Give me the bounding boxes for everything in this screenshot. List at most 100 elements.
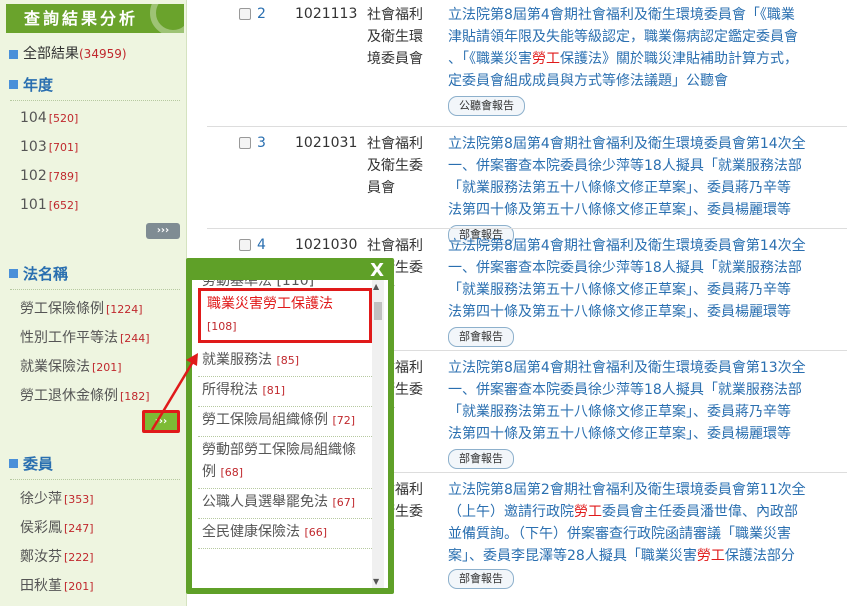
report-badge[interactable]: 部會報告	[448, 449, 514, 469]
popup-item-label: 勞工保險局組織條例	[202, 412, 328, 428]
sidebar-item-member[interactable]: 侯彩鳳 [247]	[20, 517, 94, 537]
more-laws-button[interactable]: ›››	[142, 410, 180, 433]
member-heading: 委員	[9, 453, 53, 474]
result-number[interactable]: 3	[257, 135, 266, 151]
sidebar-item-law[interactable]: 性別工作平等法 [244]	[20, 327, 150, 347]
popup-item-label: 所得稅法	[202, 382, 258, 398]
committee-line: 員會	[367, 180, 395, 196]
popup-law-item[interactable]: 勞動部勞工保險局組織條例 [68]	[198, 437, 372, 489]
title-text: 委員會主任委員潘世偉、內政部	[602, 504, 798, 520]
result-title-link[interactable]: 立法院第8屆第4會期社會福利及衛生環境委員會第14次全 一、併案審查本院委員徐少萍…	[448, 235, 847, 323]
committee-line: 境委員會	[367, 51, 423, 67]
popup-item-count: [85]	[276, 354, 300, 367]
sidebar-item-count: [520]	[48, 112, 79, 125]
popup-law-item[interactable]: 所得稅法 [81]	[198, 377, 372, 407]
title-text: 一、併案審查本院委員徐少萍等18人擬具「就業服務法部	[448, 260, 802, 276]
sidebar-item-label: 103	[20, 139, 47, 155]
sidebar-item-year[interactable]: 101 [652]	[20, 197, 78, 213]
result-title-link[interactable]: 立法院第8屆第4會期社會福利及衛生環境委員會第13次全 一、併案審查本院委員徐少萍…	[448, 357, 847, 445]
sidebar-item-label: 鄭汝芬	[20, 549, 62, 565]
result-committee: 社會福利 及衛生環 境委員會	[367, 4, 439, 70]
sidebar-item-count: [353]	[64, 493, 94, 506]
popup-item-count: [81]	[262, 384, 286, 397]
title-line: 立法院第8屆第4會期社會福利及衛生環境委員會第14次全	[448, 235, 847, 257]
popup-item-label: 就業服務法	[202, 352, 272, 368]
title-text: 案」、委員李昆澤等28人擬具「職業災害	[448, 548, 697, 564]
report-badge[interactable]: 部會報告	[448, 327, 514, 347]
committee-line: 社會福利	[367, 136, 423, 152]
popup-law-item[interactable]: 職業災害勞工保護法 [108]	[198, 288, 372, 343]
sidebar-item-count: [701]	[48, 141, 79, 154]
report-badge-label: 部會報告	[459, 452, 503, 465]
sidebar-title-text: 查詢結果分析	[24, 9, 139, 28]
more-years-button[interactable]: ›››	[146, 223, 180, 239]
sidebar-item-label: 田秋堇	[20, 578, 62, 594]
popup-law-item[interactable]: 就業服務法 [85]	[198, 347, 372, 377]
sidebar-item-year[interactable]: 103 [701]	[20, 139, 78, 155]
all-results-count: (34959)	[79, 47, 127, 61]
title-text: 立法院第8屆第4會期社會福利及衛生環境委員會第14次全	[448, 238, 806, 254]
all-results-link[interactable]: 全部結果(34959)	[9, 43, 127, 63]
sidebar-item-member[interactable]: 田秋堇 [201]	[20, 575, 94, 595]
title-line: 並備質詢。（下午）併案審查行政院函請審議「職業災害	[448, 523, 847, 545]
sidebar-item-count: [201]	[92, 361, 122, 374]
result-title-link[interactable]: 立法院第8屆第4會期社會福利及衛生環境委員會第14次全 一、併案審查本院委員徐少萍…	[448, 133, 847, 221]
year-heading-label: 年度	[23, 76, 54, 94]
title-text: 法第四十條及第五十八條條文修正草案」、委員楊麗環等	[448, 426, 791, 442]
sidebar-item-count: [244]	[120, 332, 150, 345]
sidebar-item-law[interactable]: 就業保險法 [201]	[20, 356, 122, 376]
committee-line: 及衛生環	[367, 29, 423, 45]
title-text: 「就業服務法第五十八條條文修正草案」、委員蔣乃辛等	[448, 180, 791, 196]
sidebar-item-count: [1224]	[106, 303, 143, 316]
popup-body: 勞動基準法 [110] 職業災害勞工保護法 [108] 就業服務法 [85] 所得稅…	[192, 280, 388, 588]
title-line: 「就業服務法第五十八條條文修正草案」、委員蔣乃辛等	[448, 401, 847, 423]
popup-law-item[interactable]: 全民健康保險法 [66]	[198, 519, 372, 549]
title-line: 案」、委員李昆澤等28人擬具「職業災害勞工保護法部分	[448, 545, 847, 567]
result-checkbox[interactable]	[239, 8, 251, 20]
sidebar-item-member[interactable]: 徐少萍 [353]	[20, 488, 94, 508]
law-name-popup: X 勞動基準法 [110] 職業災害勞工保護法 [108] 就業服務法 [85] 所…	[186, 258, 394, 594]
popup-item-count: [67]	[332, 496, 356, 509]
result-date: 1021031	[295, 135, 358, 151]
report-badge[interactable]: 部會報告	[448, 569, 514, 589]
result-checkbox[interactable]	[239, 239, 251, 251]
sidebar-item-label: 侯彩鳳	[20, 520, 62, 536]
highlight-keyword: 勞工	[532, 51, 560, 67]
popup-item-label: 全民健康保險法	[202, 524, 300, 540]
scroll-down-icon[interactable]: ▼	[373, 577, 379, 586]
title-text: 立法院第8屆第2會期社會福利及衛生環境委員會第11次全	[448, 482, 806, 498]
popup-scrollbar[interactable]: ▲ ▼	[372, 280, 384, 588]
sidebar-item-count: [182]	[120, 390, 150, 403]
sidebar-item-law[interactable]: 勞工保險條例 [1224]	[20, 298, 143, 318]
sidebar-item-year[interactable]: 104 [520]	[20, 110, 78, 126]
report-badge-label: 部會報告	[459, 330, 503, 343]
title-line: 津貼請領年限及失能等級認定，職業傷病認定鑑定委員會	[448, 26, 847, 48]
result-date: 1021030	[295, 237, 358, 253]
popup-item-count: [68]	[220, 466, 244, 479]
close-icon[interactable]: X	[370, 260, 384, 281]
committee-line: 及衛生委	[367, 158, 423, 174]
sidebar-item-law[interactable]: 勞工退休金條例 [182]	[20, 385, 150, 405]
bullet-square-icon	[9, 80, 18, 89]
result-number[interactable]: 4	[257, 237, 266, 253]
result-row: 2 1021113 社會福利 及衛生環 境委員會 立法院第8屆第4會期社會福利及衛生環境委…	[207, 0, 847, 120]
scroll-up-icon[interactable]: ▲	[373, 282, 379, 291]
popup-law-item[interactable]: 公職人員選舉罷免法 [67]	[198, 489, 372, 519]
sidebar-item-member[interactable]: 鄭汝芬 [222]	[20, 546, 94, 566]
scroll-thumb[interactable]	[374, 302, 382, 320]
title-text: 法第四十條及第五十八條條文修正草案」、委員楊麗環等	[448, 304, 791, 320]
popup-law-item[interactable]: 勞工保險局組織條例 [72]	[198, 407, 372, 437]
report-badge[interactable]: 公聽會報告	[448, 96, 525, 116]
law-heading: 法名稱	[9, 263, 68, 284]
sidebar-item-year[interactable]: 102 [789]	[20, 168, 78, 184]
sidebar-item-label: 102	[20, 168, 47, 184]
result-title-link[interactable]: 立法院第8屆第4會期社會福利及衛生環境委員會「《職業 津貼請領年限及失能等級認定，…	[448, 4, 847, 92]
result-checkbox[interactable]	[239, 137, 251, 149]
title-line: 立法院第8屆第2會期社會福利及衛生環境委員會第11次全	[448, 479, 847, 501]
title-line: 定委員會組成成員與方式等修法議題」公聽會	[448, 70, 847, 92]
report-badge-label: 公聽會報告	[459, 99, 514, 112]
sidebar-item-count: [222]	[64, 551, 94, 564]
title-text: 並備質詢。（下午）併案審查行政院函請審議「職業災害	[448, 526, 791, 542]
result-title-link[interactable]: 立法院第8屆第2會期社會福利及衛生環境委員會第11次全 （上午）邀請行政院勞工委員…	[448, 479, 847, 567]
result-number[interactable]: 2	[257, 6, 266, 22]
